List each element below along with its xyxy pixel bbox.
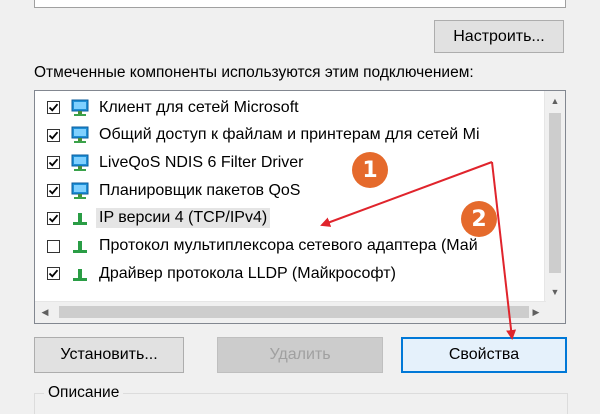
component-row[interactable]: Драйвер протокола LLDP (Майкрософт) (35, 260, 545, 287)
component-label: IP версии 4 (TCP/IPv4) (96, 208, 271, 229)
component-checkbox[interactable] (47, 184, 60, 198)
component-row[interactable]: Клиент для сетей Microsoft (35, 94, 545, 121)
scroll-corner (545, 302, 565, 323)
component-row[interactable]: Протокол мультиплексора сетевого адаптер… (35, 233, 545, 260)
protocol-icon (73, 241, 87, 253)
scroll-down-icon[interactable]: ▼ (545, 282, 565, 302)
network-service-icon (71, 182, 89, 199)
component-label: Клиент для сетей Microsoft (99, 98, 299, 116)
components-label: Отмеченные компоненты используются этим … (34, 64, 474, 81)
component-label: Протокол мультиплексора сетевого адаптер… (99, 237, 478, 254)
component-label: Драйвер протокола LLDP (Майкрософт) (99, 264, 396, 282)
scroll-left-icon[interactable]: ◀ (35, 302, 55, 322)
properties-button[interactable]: Свойства (401, 337, 567, 373)
component-label: LiveQoS NDIS 6 Filter Driver (99, 153, 304, 171)
step-1-badge: 1 (352, 152, 388, 188)
component-checkbox[interactable] (47, 267, 60, 281)
configure-button[interactable]: Настроить... (434, 20, 564, 53)
network-service-icon (71, 126, 89, 144)
component-checkbox[interactable] (47, 239, 60, 253)
horizontal-scrollbar[interactable]: ◀ ▶ (35, 301, 546, 323)
vertical-scroll-thumb[interactable] (549, 113, 561, 273)
step-2-badge: 2 (461, 201, 497, 237)
install-button[interactable]: Установить... (34, 337, 184, 373)
adapter-field (34, 0, 566, 8)
network-client-icon (71, 99, 89, 116)
component-checkbox[interactable] (47, 128, 60, 142)
component-row[interactable]: Общий доступ к файлам и принтерам для се… (35, 122, 545, 149)
description-label: Описание (44, 384, 124, 402)
protocol-icon (73, 213, 87, 226)
component-checkbox[interactable] (47, 211, 60, 225)
component-checkbox[interactable] (47, 156, 60, 170)
vertical-scrollbar[interactable]: ▲ ▼ (544, 91, 565, 302)
scroll-right-icon[interactable]: ▶ (526, 302, 546, 322)
remove-button[interactable]: Удалить (217, 337, 383, 373)
component-row[interactable]: Планировщик пакетов QoS (35, 177, 545, 204)
component-checkbox[interactable] (47, 101, 60, 114)
scroll-up-icon[interactable]: ▲ (545, 91, 565, 111)
component-label: Общий доступ к файлам и принтерам для се… (99, 126, 480, 144)
protocol-icon (73, 268, 87, 281)
component-row[interactable]: LiveQoS NDIS 6 Filter Driver (35, 149, 545, 176)
network-service-icon (71, 154, 89, 171)
horizontal-scroll-thumb[interactable] (59, 306, 529, 318)
component-label: Планировщик пакетов QoS (99, 181, 301, 199)
